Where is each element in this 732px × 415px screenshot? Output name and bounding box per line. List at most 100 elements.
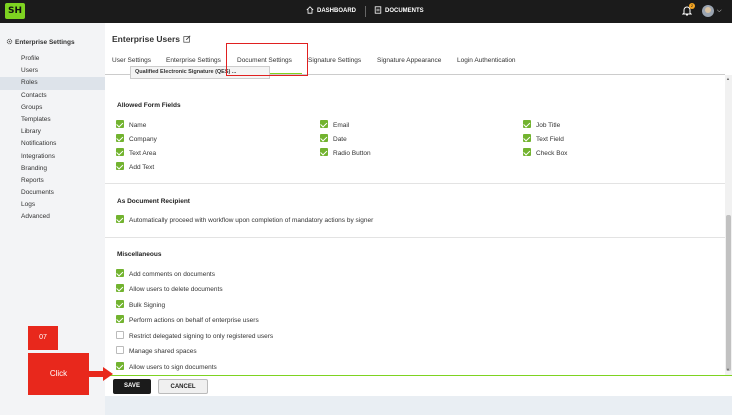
option-check-box[interactable]: Check Box (523, 148, 567, 157)
footer-actions: SAVE CANCEL (105, 375, 732, 396)
checkbox-checked[interactable] (116, 362, 124, 370)
top-bar: SH DASHBOARD DOCUMENTS 2 ⌵ (0, 0, 732, 23)
option-restrict-delegated[interactable]: Restrict delegated signing to only regis… (116, 331, 273, 340)
checkbox-checked[interactable] (116, 284, 124, 292)
checkbox-checked[interactable] (116, 315, 124, 323)
page-title-label: Enterprise Users (112, 34, 181, 44)
chevron-down-icon[interactable]: ⌵ (717, 8, 722, 15)
option-perform-on-behalf[interactable]: Perform actions on behalf of enterprise … (116, 315, 259, 324)
sidebar-item-users[interactable]: Users (0, 65, 105, 77)
home-icon (306, 6, 314, 14)
cancel-button[interactable]: CANCEL (158, 379, 208, 394)
sidebar-title[interactable]: Enterprise Settings (6, 38, 75, 46)
option-label: Radio Button (333, 150, 371, 157)
sidebar-item-contacts[interactable]: Contacts (0, 90, 105, 102)
option-name[interactable]: Name (116, 120, 146, 129)
sidebar-item-roles[interactable]: Roles (0, 77, 105, 90)
notification-badge: 2 (689, 3, 695, 9)
tab-signature-appearance[interactable]: Signature Appearance (377, 57, 441, 64)
option-label: Manage shared spaces (129, 348, 197, 355)
option-add-comments[interactable]: Add comments on documents (116, 269, 215, 278)
sidebar-item-logs[interactable]: Logs (0, 199, 105, 211)
checkbox-checked[interactable] (523, 134, 531, 142)
option-manage-shared-spaces[interactable]: Manage shared spaces (116, 346, 197, 355)
sidebar-item-integrations[interactable]: Integrations (0, 151, 105, 163)
checkbox-unchecked[interactable] (116, 346, 124, 354)
checkbox-checked[interactable] (116, 269, 124, 277)
sidebar-item-templates[interactable]: Templates (0, 114, 105, 126)
page-title: Enterprise Users (112, 34, 191, 44)
option-delete-documents[interactable]: Allow users to delete documents (116, 284, 223, 293)
scrollbar-thumb[interactable] (726, 215, 731, 371)
tab-user-settings[interactable]: User Settings (112, 57, 151, 64)
sidebar-item-library[interactable]: Library (0, 126, 105, 138)
checkbox-checked[interactable] (116, 134, 124, 142)
tab-signature-settings[interactable]: Signature Settings (308, 57, 361, 64)
tab-enterprise-settings[interactable]: Enterprise Settings (166, 57, 221, 64)
section-title-miscellaneous: Miscellaneous (117, 251, 162, 258)
option-label: Restrict delegated signing to only regis… (129, 333, 274, 340)
option-job-title[interactable]: Job Title (523, 120, 560, 129)
section-divider (105, 237, 725, 238)
checkbox-checked[interactable] (116, 215, 124, 223)
checkbox-checked[interactable] (320, 148, 328, 156)
tutorial-highlight-box (226, 43, 308, 76)
nav-dashboard-label: DASHBOARD (317, 8, 356, 14)
option-date[interactable]: Date (320, 134, 347, 143)
checkbox-checked[interactable] (523, 120, 531, 128)
checkbox-checked[interactable] (116, 162, 124, 170)
save-button[interactable]: SAVE (113, 379, 151, 394)
main-panel: Enterprise Users User Settings Enterpris… (105, 23, 732, 375)
nav-documents[interactable]: DOCUMENTS (374, 0, 424, 23)
option-label: Company (129, 136, 157, 143)
option-company[interactable]: Company (116, 134, 157, 143)
checkbox-checked[interactable] (523, 148, 531, 156)
app-logo[interactable]: SH (5, 3, 25, 19)
arrow-right-icon (85, 367, 113, 381)
sidebar-item-branding[interactable]: Branding (0, 163, 105, 175)
option-bulk-signing[interactable]: Bulk Signing (116, 300, 165, 309)
option-add-text[interactable]: Add Text (116, 162, 154, 171)
tutorial-click-callout: Click (28, 353, 89, 395)
section-divider (105, 183, 725, 184)
checkbox-checked[interactable] (116, 120, 124, 128)
sidebar-item-notifications[interactable]: Notifications (0, 138, 105, 150)
sidebar-item-profile[interactable]: Profile (0, 53, 105, 65)
tab-login-authentication[interactable]: Login Authentication (457, 57, 516, 64)
gear-icon (6, 38, 13, 45)
scroll-up-icon[interactable]: ▲ (726, 76, 730, 81)
option-label: Name (129, 122, 147, 129)
checkbox-unchecked[interactable] (116, 331, 124, 339)
option-email[interactable]: Email (320, 120, 349, 129)
nav-dashboard[interactable]: DASHBOARD (306, 0, 356, 23)
sidebar-title-label: Enterprise Settings (15, 39, 75, 46)
sidebar-item-documents[interactable]: Documents (0, 187, 105, 199)
avatar[interactable] (702, 5, 714, 17)
sidebar-item-advanced[interactable]: Advanced (0, 211, 105, 223)
option-label: Text Area (129, 150, 157, 157)
option-label: Date (333, 136, 347, 143)
section-title-form-fields: Allowed Form Fields (117, 102, 181, 109)
checkbox-checked[interactable] (116, 148, 124, 156)
sidebar-item-groups[interactable]: Groups (0, 102, 105, 114)
option-text-field[interactable]: Text Field (523, 134, 564, 143)
option-auto-proceed[interactable]: Automatically proceed with workflow upon… (116, 215, 373, 224)
checkbox-checked[interactable] (116, 300, 124, 308)
nav-divider (365, 6, 366, 17)
option-radio-button[interactable]: Radio Button (320, 148, 371, 157)
option-label: Job Title (536, 122, 561, 129)
option-label: Add Text (129, 164, 155, 171)
edit-icon[interactable] (183, 35, 191, 43)
option-sign-documents[interactable]: Allow users to sign documents (116, 362, 217, 371)
document-icon (374, 6, 382, 14)
option-label: Allow users to delete documents (129, 286, 223, 293)
tutorial-step-badge: 07 (28, 326, 58, 350)
option-label: Email (333, 122, 350, 129)
nav-documents-label: DOCUMENTS (385, 8, 424, 14)
checkbox-checked[interactable] (320, 120, 328, 128)
option-text-area[interactable]: Text Area (116, 148, 156, 157)
sidebar-item-reports[interactable]: Reports (0, 175, 105, 187)
checkbox-checked[interactable] (320, 134, 328, 142)
option-label: Text Field (536, 136, 564, 143)
scroll-down-icon[interactable]: ▼ (726, 367, 730, 372)
